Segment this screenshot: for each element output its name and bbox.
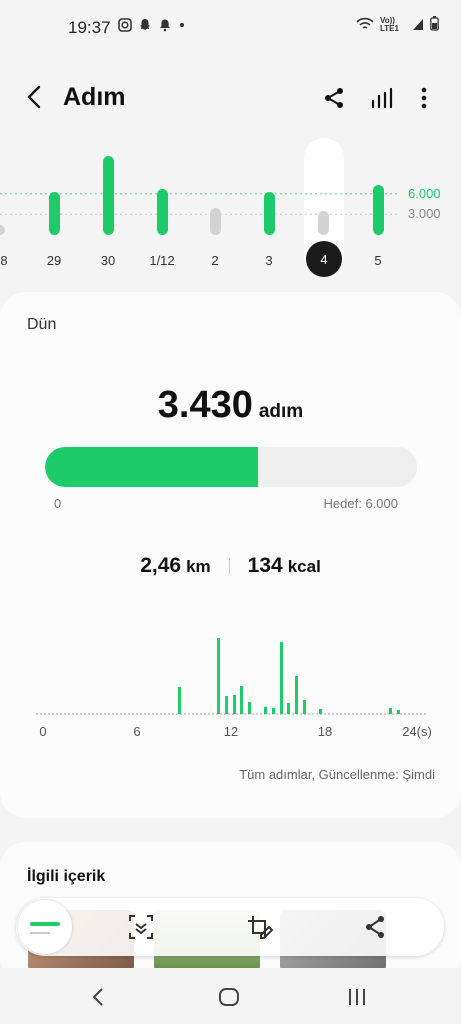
wifi-icon [356,17,374,34]
step-count: 3.430 adım [0,384,461,427]
day-bar[interactable] [48,191,60,235]
hourly-bar [397,710,401,714]
more-vertical-icon [421,87,427,109]
instagram-icon [118,18,132,35]
bar-chart-icon [371,87,393,109]
hourly-bar [287,703,291,714]
status-bar: 19:37 Vo)) LTE1 [0,0,461,56]
nav-home-button[interactable] [216,984,242,1010]
hourly-bar [279,641,283,714]
nav-home-icon [219,988,239,1006]
day-bar[interactable] [263,192,275,235]
nav-recents-icon [349,989,365,1005]
step-count-unit: adım [258,401,304,422]
nav-recents-button[interactable] [344,984,370,1010]
calories-value: 134 [247,554,283,577]
more-options-button[interactable] [410,84,438,112]
share-icon [325,88,343,108]
hourly-bar [295,675,299,714]
hourly-tick-label: 18 [317,724,333,739]
hourly-bar [389,708,393,714]
distance-calorie-stats: 2,46 km 134 kcal [0,554,461,578]
nav-back-icon [92,988,103,1006]
hourly-baseline [36,713,426,715]
edit-crop-button[interactable] [244,912,274,942]
back-button[interactable] [20,82,50,112]
page-title: Adım [63,83,126,111]
share-screenshot-button[interactable] [360,912,390,942]
hourly-bar [177,686,181,714]
day-label[interactable]: 3 [265,253,272,268]
hourly-steps-chart [36,622,426,722]
distance-unit: km [186,557,211,576]
day-bar[interactable] [156,188,168,235]
share-button[interactable] [320,84,348,112]
mid-reference-label: 3.000 [408,206,441,222]
hourly-bar [224,696,228,714]
hourly-tick-label: 24(s) [402,724,432,739]
back-arrow-icon [27,85,41,109]
related-content-title: İlgili içerik [27,868,106,885]
scroll-capture-icon [129,915,153,939]
app-bar: Adım [0,70,461,126]
notification-bell-icon [158,18,172,35]
day-label[interactable]: 5 [374,253,381,268]
chart-view-button[interactable] [368,84,396,112]
day-label[interactable]: 2 [211,253,218,268]
day-label[interactable]: 1/12 [149,253,174,268]
network-label: Vo)) LTE1 [380,16,399,33]
goal-progress-fill [45,447,258,487]
share-icon [366,916,384,938]
day-label[interactable]: 30 [101,253,115,268]
hourly-bar [263,707,267,714]
screenshot-preview[interactable] [18,900,72,954]
calories-unit: kcal [287,557,321,576]
hourly-bar [216,637,220,714]
day-label-selected[interactable]: 4 [306,241,342,277]
update-note: Tüm adımlar, Güncellenme: Şimdi [239,767,435,782]
snapchat-icon [138,18,152,35]
hourly-bar [318,709,322,714]
day-bar[interactable] [372,184,384,235]
stats-divider [228,558,230,574]
dot-icon [178,18,186,35]
nav-back-button[interactable] [86,984,112,1010]
screenshot-toolbar [16,898,444,956]
goal-progress-bar [45,447,417,487]
day-label[interactable]: 8 [0,253,7,268]
distance-value: 2,46 [140,554,182,577]
step-count-value: 3.430 [157,384,253,426]
hourly-tick-label: 6 [133,724,141,739]
hourly-tick-label: 0 [39,724,47,739]
day-bar[interactable] [102,156,114,235]
goal-reference-label: 6.000 [408,185,441,201]
hourly-bar [271,708,275,714]
day-label[interactable]: 29 [47,253,61,268]
day-label: Dün [27,316,57,333]
hourly-tick-label: 12 [223,724,239,739]
signal-icon [412,17,424,34]
battery-icon [430,16,439,34]
hourly-bar [303,700,307,714]
progress-min-label: 0 [54,496,62,511]
daily-summary-card: Dün 3.430 adım 0 Hedef: 6.000 2,46 km 134… [0,292,461,818]
system-nav-bar [0,968,461,1024]
hourly-bar [248,702,252,714]
weekly-steps-chart[interactable]: 6.000 3.000 8 29 30 1/12 2 3 4 5 [0,136,461,286]
progress-goal-label: Hedef: 6.000 [323,496,398,511]
hourly-bar [240,685,244,714]
day-bar[interactable] [317,211,329,235]
crop-edit-icon [248,916,274,939]
reference-lines [0,193,400,216]
day-bar[interactable] [209,208,221,235]
status-time: 19:37 [68,18,111,37]
hourly-bar [232,695,236,714]
scroll-capture-button[interactable] [126,912,156,942]
